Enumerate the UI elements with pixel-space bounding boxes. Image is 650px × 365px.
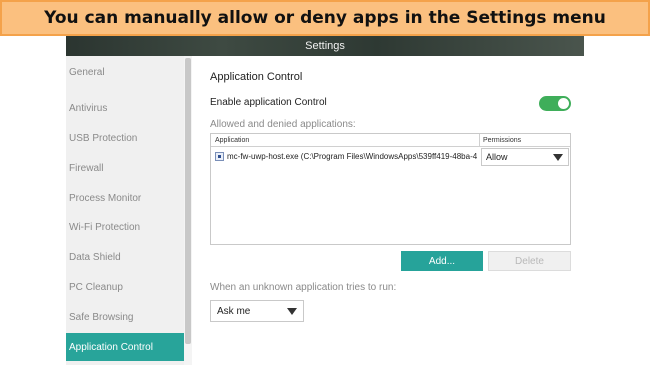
- chevron-down-icon: [553, 154, 563, 161]
- background-left: [0, 36, 66, 365]
- sidebar-item-label: Process Monitor: [69, 192, 142, 204]
- permission-dropdown[interactable]: Allow: [481, 148, 569, 166]
- sidebar-item-label: Data Shield: [69, 251, 121, 263]
- unknown-app-value: Ask me: [217, 305, 251, 317]
- enable-label: Enable application Control: [210, 97, 327, 108]
- unknown-app-label: When an unknown application tries to run…: [210, 282, 397, 293]
- add-button[interactable]: Add...: [401, 251, 483, 271]
- caption-text: You can manually allow or deny apps in t…: [44, 8, 606, 28]
- sidebar-item-safe-browsing[interactable]: Safe Browsing: [66, 303, 184, 331]
- sidebar-item-label: Firewall: [69, 162, 104, 174]
- background-right: [584, 36, 650, 365]
- sidebar-item-label: Wi-Fi Protection: [69, 221, 141, 233]
- sidebar-item-label: PC Cleanup: [69, 281, 123, 293]
- sidebar-item-wifi-protection[interactable]: Wi-Fi Protection: [66, 213, 184, 241]
- page-title: Application Control: [210, 71, 303, 83]
- toggle-knob: [558, 98, 569, 109]
- sidebar-item-label: General: [69, 66, 105, 78]
- sidebar-item-data-shield[interactable]: Data Shield: [66, 243, 184, 271]
- sidebar-item-label: Safe Browsing: [69, 311, 134, 323]
- sidebar-item-usb-protection[interactable]: USB Protection: [66, 124, 184, 152]
- sidebar-item-general[interactable]: General: [66, 58, 184, 86]
- sidebar-item-label: Antivirus: [69, 102, 108, 114]
- checkbox-icon[interactable]: [215, 152, 224, 161]
- header-divider: [211, 146, 570, 147]
- application-path: mc-fw-uwp-host.exe (C:\Program Files\Win…: [227, 152, 478, 161]
- settings-sidebar: General Antivirus USB Protection Firewal…: [66, 56, 184, 365]
- sidebar-item-antivirus[interactable]: Antivirus: [66, 94, 184, 122]
- window-titlebar: Settings: [66, 36, 584, 56]
- list-caption: Allowed and denied applications:: [210, 119, 356, 130]
- sidebar-scrollbar-thumb[interactable]: [185, 58, 191, 344]
- window-title: Settings: [305, 40, 345, 52]
- sidebar-item-label: Application Control: [69, 341, 153, 353]
- unknown-app-dropdown[interactable]: Ask me: [210, 300, 304, 322]
- permission-value: Allow: [486, 152, 508, 162]
- main-panel: Application Control Enable application C…: [192, 56, 584, 365]
- applications-table: Application Permissions mc-fw-uwp-host.e…: [210, 133, 571, 245]
- sidebar-item-process-monitor[interactable]: Process Monitor: [66, 184, 184, 212]
- column-header-application[interactable]: Application: [215, 137, 249, 144]
- enable-toggle[interactable]: [539, 96, 571, 111]
- delete-button[interactable]: Delete: [488, 251, 571, 271]
- sidebar-item-firewall[interactable]: Firewall: [66, 154, 184, 182]
- caption-banner: You can manually allow or deny apps in t…: [0, 0, 650, 36]
- sidebar-item-label: USB Protection: [69, 132, 138, 144]
- sidebar-item-application-control[interactable]: Application Control: [66, 333, 184, 361]
- chevron-down-icon: [287, 308, 297, 315]
- sidebar-item-pc-cleanup[interactable]: PC Cleanup: [66, 273, 184, 301]
- column-header-permissions[interactable]: Permissions: [483, 137, 521, 144]
